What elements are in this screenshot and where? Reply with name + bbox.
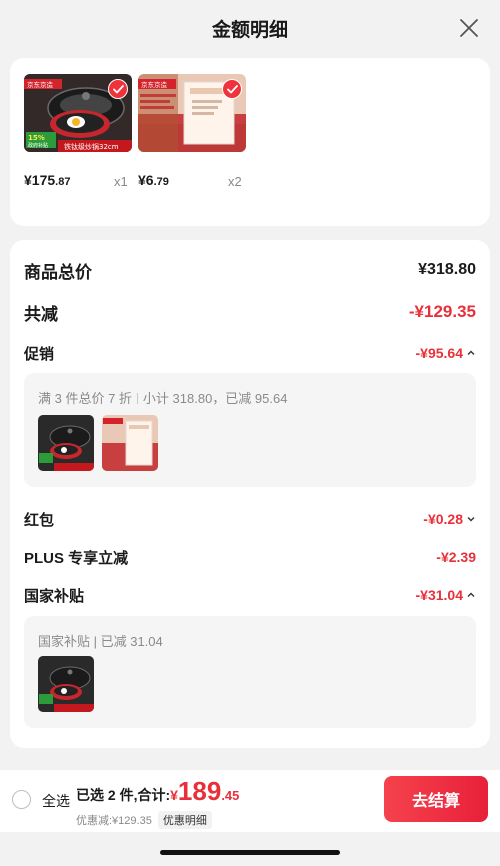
total-label: 商品总价 bbox=[24, 262, 92, 282]
product-caption-text: 铁钛级炒锅32cm bbox=[64, 142, 119, 151]
selected-check-badge[interactable] bbox=[108, 79, 128, 99]
promo-rule: 满 3 件总价 7 折 bbox=[38, 391, 132, 406]
product-item-pan[interactable]: 京东京造 15% 政府补贴 铁钛级炒锅32cm bbox=[24, 74, 132, 152]
check-icon bbox=[226, 84, 238, 93]
subsidy-value: -¥31.04 bbox=[415, 587, 463, 603]
redpacket-label: 红包 bbox=[24, 511, 55, 529]
chevron-up-icon bbox=[467, 592, 475, 597]
price-integer: ¥6 bbox=[138, 172, 154, 188]
promo-toggle[interactable]: -¥95.64 bbox=[416, 345, 476, 361]
close-icon bbox=[460, 19, 478, 37]
brand-badge-text: 京东京造 bbox=[141, 80, 168, 89]
promo-subtotal: 小计 318.80，已减 95.64 bbox=[142, 391, 288, 406]
check-icon bbox=[112, 84, 124, 93]
savings-text: 优惠减:¥129.35 bbox=[76, 815, 152, 827]
checkout-button[interactable]: 去结算 bbox=[384, 776, 488, 822]
promo-item-thumb-bag[interactable] bbox=[102, 415, 158, 471]
price-details-card: 商品总价 ¥318.80 共减 -¥129.35 促销 -¥95.64 满 3 … bbox=[10, 240, 490, 748]
order-summary: 已选 2 件,合计:¥189.45 bbox=[76, 776, 239, 807]
selected-count: 已选 2 件,合计: bbox=[76, 787, 171, 803]
product-qty-bag: x2 bbox=[228, 174, 242, 189]
pan-image bbox=[38, 415, 94, 471]
discount-detail-link[interactable]: 优惠明细 bbox=[157, 811, 212, 829]
chevron-up-icon bbox=[467, 350, 475, 355]
price-decimal: .87 bbox=[55, 176, 71, 188]
bag-image bbox=[102, 415, 158, 471]
total-value: ¥318.80 bbox=[418, 261, 476, 278]
total-decimal: .45 bbox=[221, 788, 240, 803]
select-all-label[interactable]: 全选 bbox=[42, 791, 70, 811]
pan-image bbox=[38, 656, 94, 712]
product-price-bag: ¥6 .79 bbox=[138, 172, 169, 188]
subsidy-tag-text: 15% bbox=[28, 134, 45, 142]
subsidy-row[interactable]: 国家补贴 -¥31.04 bbox=[24, 584, 476, 606]
subsidy-toggle[interactable]: -¥31.04 bbox=[416, 587, 476, 603]
subsidy-tag-sub: 政府补贴 bbox=[28, 142, 48, 149]
close-button[interactable] bbox=[456, 15, 482, 41]
price-integer: ¥175 bbox=[24, 172, 56, 188]
selected-check-badge[interactable] bbox=[222, 79, 242, 99]
home-indicator bbox=[160, 850, 340, 855]
sheet-header: 金额明细 bbox=[0, 0, 500, 56]
subsidy-detail-text: 国家补贴 | 已减 31.04 bbox=[38, 634, 163, 649]
total-row: 商品总价 ¥318.80 bbox=[24, 258, 476, 282]
products-card: 京东京造 15% 政府补贴 铁钛级炒锅32cm ¥175 .87 x1 京东京造… bbox=[10, 58, 490, 226]
product-item-bag[interactable]: 京东京造 bbox=[138, 74, 246, 152]
divider bbox=[136, 393, 138, 404]
page-title: 金额明细 bbox=[211, 19, 288, 41]
subsidy-detail-box: 国家补贴 | 已减 31.04 bbox=[24, 616, 476, 728]
chevron-down-icon bbox=[467, 517, 475, 522]
promo-value: -¥95.64 bbox=[415, 345, 463, 361]
redpacket-value: -¥0.28 bbox=[423, 511, 463, 527]
reduce-label: 共减 bbox=[24, 304, 58, 324]
promo-row[interactable]: 促销 -¥95.64 bbox=[24, 342, 476, 364]
plus-row: PLUS 专享立减 -¥2.39 bbox=[24, 546, 476, 568]
savings-row: 优惠减:¥129.35 优惠明细 bbox=[76, 811, 212, 829]
promo-item-thumb-pan[interactable] bbox=[38, 415, 94, 471]
product-image-pan[interactable]: 京东京造 15% 政府补贴 铁钛级炒锅32cm bbox=[24, 74, 132, 152]
redpacket-row[interactable]: 红包 -¥0.28 bbox=[24, 508, 476, 530]
select-all-radio[interactable] bbox=[12, 790, 31, 809]
subsidy-label: 国家补贴 bbox=[24, 587, 85, 605]
promo-label: 促销 bbox=[24, 345, 55, 363]
checkout-bar: 全选 已选 2 件,合计:¥189.45 优惠减:¥129.35 优惠明细 去结… bbox=[0, 770, 500, 832]
product-image-bag[interactable]: 京东京造 bbox=[138, 74, 246, 152]
total-integer: 189 bbox=[177, 776, 222, 806]
promo-detail-text: 满 3 件总价 7 折小计 318.80，已减 95.64 bbox=[38, 388, 287, 407]
reduce-value: -¥129.35 bbox=[408, 302, 476, 321]
subsidy-item-thumb-pan[interactable] bbox=[38, 656, 94, 712]
currency-symbol: ¥ bbox=[170, 787, 178, 803]
promo-detail-box: 满 3 件总价 7 折小计 318.80，已减 95.64 bbox=[24, 373, 476, 487]
price-decimal: .79 bbox=[153, 176, 169, 188]
plus-label: PLUS 专享立减 bbox=[24, 549, 129, 567]
reduce-row: 共减 -¥129.35 bbox=[24, 300, 476, 324]
redpacket-toggle[interactable]: -¥0.28 bbox=[423, 511, 476, 527]
product-price-pan: ¥175 .87 bbox=[24, 172, 70, 188]
product-qty-pan: x1 bbox=[114, 174, 128, 189]
brand-badge-text: 京东京造 bbox=[27, 80, 54, 89]
plus-value: -¥2.39 bbox=[436, 549, 476, 565]
